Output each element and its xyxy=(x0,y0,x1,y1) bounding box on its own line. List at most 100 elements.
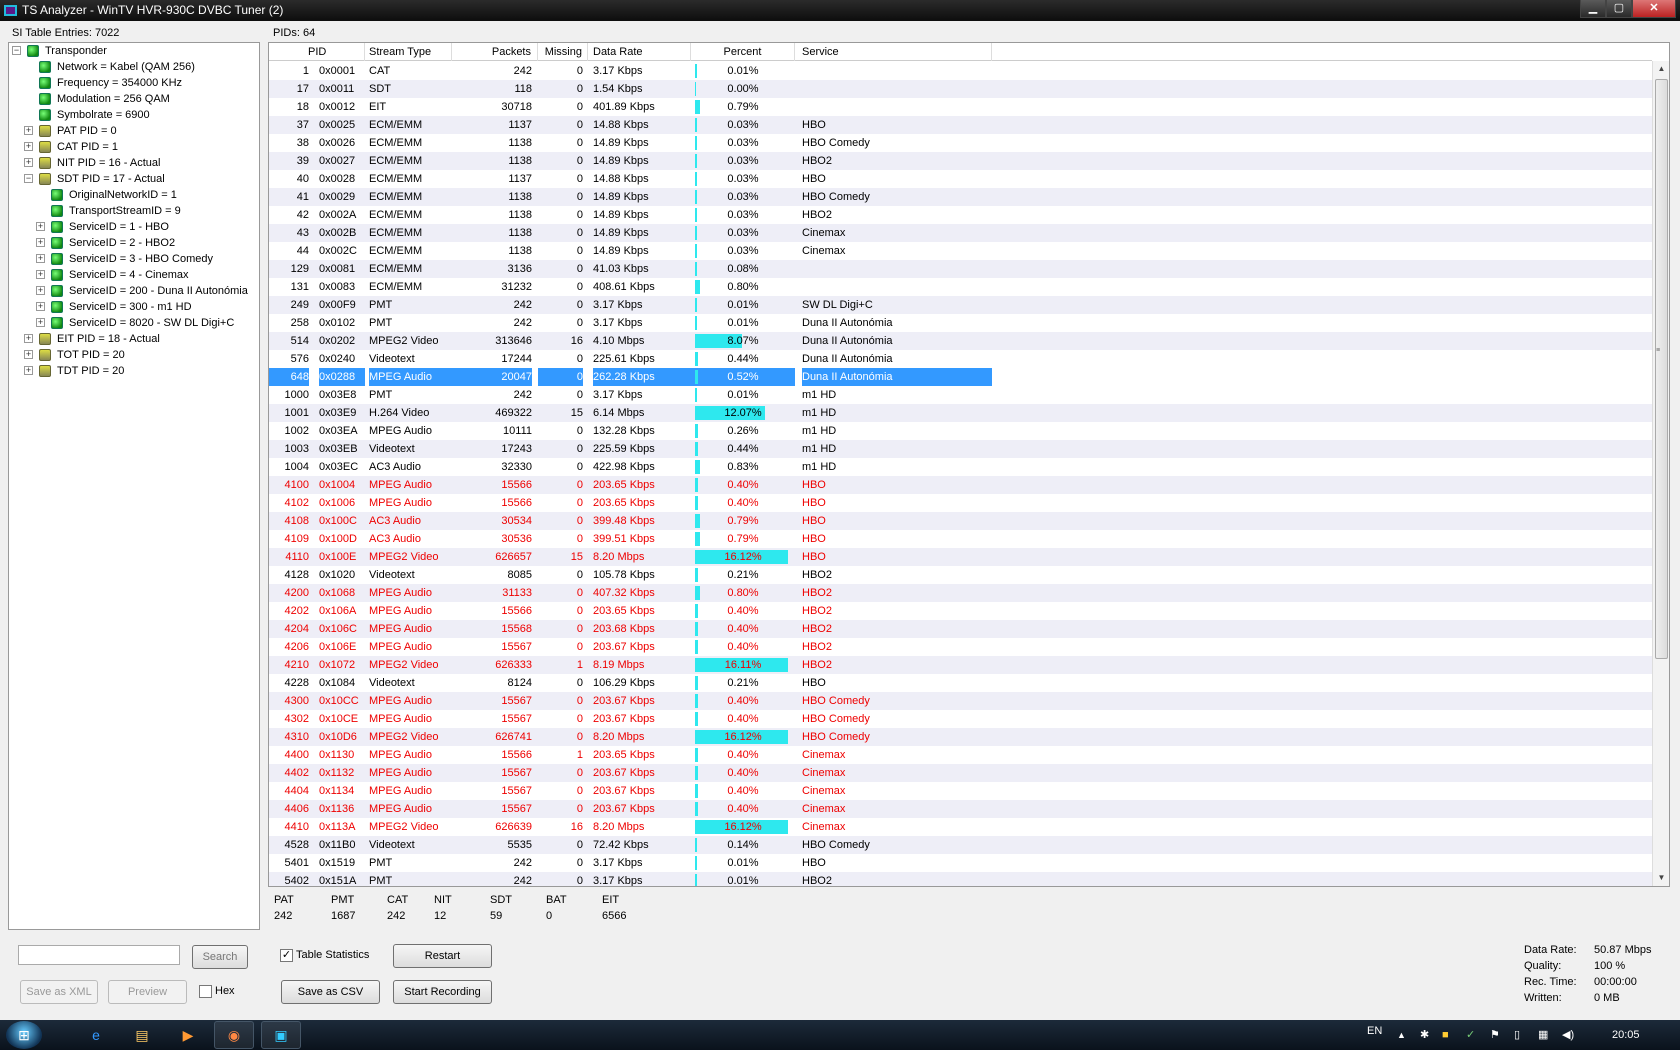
tree-node[interactable]: Frequency = 354000 KHz xyxy=(9,75,259,91)
close-button[interactable]: ✕ xyxy=(1632,0,1676,18)
vertical-scrollbar[interactable]: ▲ ≡ ▼ xyxy=(1652,61,1669,886)
tray-app-icon[interactable]: ■ xyxy=(1442,1028,1449,1042)
expand-icon[interactable]: + xyxy=(36,302,45,311)
tree-node[interactable]: − Transponder xyxy=(9,43,259,59)
tree-node[interactable]: + ServiceID = 300 - m1 HD xyxy=(9,299,259,315)
expand-icon[interactable]: + xyxy=(24,334,33,343)
table-row[interactable]: 249 0x00F9 PMT 242 0 3.17 Kbps SW DL Digi+C 0.0… xyxy=(269,296,1652,314)
tree-node[interactable]: + ServiceID = 3 - HBO Comedy xyxy=(9,251,259,267)
column-header-percent[interactable]: Percent xyxy=(691,43,795,61)
column-header-data-rate[interactable]: Data Rate xyxy=(588,43,691,61)
table-row[interactable]: 4102 0x1006 MPEG Audio 15566 0 203.65 Kbps HBO… xyxy=(269,494,1652,512)
column-header-service[interactable]: Service xyxy=(795,43,992,61)
table-row[interactable]: 1001 0x03E9 H.264 Video 469322 15 6.14 Mbps m1… xyxy=(269,404,1652,422)
table-row[interactable]: 4110 0x100E MPEG2 Video 626657 15 8.20 Mbps HB… xyxy=(269,548,1652,566)
table-row[interactable]: 4210 0x1072 MPEG2 Video 626333 1 8.19 Mbps HBO… xyxy=(269,656,1652,674)
tree-node[interactable]: + TOT PID = 20 xyxy=(9,347,259,363)
table-row[interactable]: 4204 0x106C MPEG Audio 15568 0 203.68 Kbps HBO… xyxy=(269,620,1652,638)
tree-node[interactable]: + CAT PID = 1 xyxy=(9,139,259,155)
table-statistics-checkbox[interactable]: ✓ xyxy=(280,949,293,962)
table-row[interactable]: 4128 0x1020 Videotext 8085 0 105.78 Kbps HBO2 0… xyxy=(269,566,1652,584)
tray-check-icon[interactable]: ✓ xyxy=(1466,1028,1475,1042)
tree-node[interactable]: TransportStreamID = 9 xyxy=(9,203,259,219)
tree-node[interactable]: Network = Kabel (QAM 256) xyxy=(9,59,259,75)
tree-node[interactable]: − SDT PID = 17 - Actual xyxy=(9,171,259,187)
tree-node[interactable]: + ServiceID = 8020 - SW DL Digi+C xyxy=(9,315,259,331)
tree-node[interactable]: + NIT PID = 16 - Actual xyxy=(9,155,259,171)
table-row[interactable]: 42 0x002A ECM/EMM 1138 0 14.89 Kbps HBO2 0.03% xyxy=(269,206,1652,224)
expand-icon[interactable]: + xyxy=(24,126,33,135)
table-row[interactable]: 4402 0x1132 MPEG Audio 15567 0 203.67 Kbps Cin… xyxy=(269,764,1652,782)
language-indicator[interactable]: EN xyxy=(1367,1024,1382,1038)
collapse-icon[interactable]: − xyxy=(24,174,33,183)
table-row[interactable]: 4202 0x106A MPEG Audio 15566 0 203.65 Kbps HBO… xyxy=(269,602,1652,620)
table-row[interactable]: 44 0x002C ECM/EMM 1138 0 14.89 Kbps Cinemax 0.0… xyxy=(269,242,1652,260)
hex-checkbox[interactable] xyxy=(199,985,212,998)
table-row[interactable]: 1003 0x03EB Videotext 17243 0 225.59 Kbps m1 H… xyxy=(269,440,1652,458)
start-button[interactable]: ⊞ xyxy=(6,1021,42,1049)
expand-icon[interactable]: + xyxy=(36,318,45,327)
table-row[interactable]: 1004 0x03EC AC3 Audio 32330 0 422.98 Kbps m1 H… xyxy=(269,458,1652,476)
table-row[interactable]: 4310 0x10D6 MPEG2 Video 626741 0 8.20 Mbps HBO… xyxy=(269,728,1652,746)
tray-expand-icon[interactable]: ▲ xyxy=(1397,1028,1406,1042)
table-row[interactable]: 514 0x0202 MPEG2 Video 313646 16 4.10 Mbps Dun… xyxy=(269,332,1652,350)
save-as-xml-button[interactable]: Save as XML xyxy=(20,980,98,1004)
scroll-up-icon[interactable]: ▲ xyxy=(1653,61,1669,77)
table-row[interactable]: 17 0x0011 SDT 118 0 1.54 Kbps 0.00% xyxy=(269,80,1652,98)
tree-node[interactable]: + ServiceID = 4 - Cinemax xyxy=(9,267,259,283)
ts-analyzer-icon[interactable]: ▣ xyxy=(269,1023,293,1047)
expand-icon[interactable]: + xyxy=(36,254,45,263)
maximize-button[interactable]: ▢ xyxy=(1606,0,1632,18)
column-header-missing[interactable]: Missing xyxy=(538,43,588,61)
clock[interactable]: 20:05 xyxy=(1612,1028,1640,1042)
table-row[interactable]: 40 0x0028 ECM/EMM 1137 0 14.88 Kbps HBO 0.03% xyxy=(269,170,1652,188)
table-row[interactable]: 1002 0x03EA MPEG Audio 10111 0 132.28 Kbps m1 … xyxy=(269,422,1652,440)
table-row[interactable]: 4200 0x1068 MPEG Audio 31133 0 407.32 Kbps HBO… xyxy=(269,584,1652,602)
table-row[interactable]: 4406 0x1136 MPEG Audio 15567 0 203.67 Kbps Cin… xyxy=(269,800,1652,818)
save-as-csv-button[interactable]: Save as CSV xyxy=(281,980,380,1004)
expand-icon[interactable]: + xyxy=(36,286,45,295)
table-row[interactable]: 4228 0x1084 Videotext 8124 0 106.29 Kbps HBO 0.… xyxy=(269,674,1652,692)
table-row[interactable]: 4206 0x106E MPEG Audio 15567 0 203.67 Kbps HBO… xyxy=(269,638,1652,656)
table-row[interactable]: 37 0x0025 ECM/EMM 1137 0 14.88 Kbps HBO 0.03% xyxy=(269,116,1652,134)
tree-node[interactable]: OriginalNetworkID = 1 xyxy=(9,187,259,203)
table-row[interactable]: 43 0x002B ECM/EMM 1138 0 14.89 Kbps Cinemax 0.0… xyxy=(269,224,1652,242)
table-row[interactable]: 129 0x0081 ECM/EMM 3136 0 41.03 Kbps 0.08% xyxy=(269,260,1652,278)
search-input[interactable] xyxy=(18,945,180,965)
media-player-icon[interactable]: ▶ xyxy=(176,1023,200,1047)
collapse-icon[interactable]: − xyxy=(12,46,21,55)
network-icon[interactable]: ▦ xyxy=(1538,1028,1548,1042)
bluetooth-icon[interactable]: ✱ xyxy=(1420,1028,1429,1042)
table-row[interactable]: 4528 0x11B0 Videotext 5535 0 72.42 Kbps HBO Co… xyxy=(269,836,1652,854)
explorer-icon[interactable]: ▤ xyxy=(130,1023,154,1047)
pid-table[interactable]: PID Stream Type Packets Missing Data Rat… xyxy=(268,42,1670,887)
table-row[interactable]: 1000 0x03E8 PMT 242 0 3.17 Kbps m1 HD 0.01% xyxy=(269,386,1652,404)
table-row[interactable]: 4100 0x1004 MPEG Audio 15566 0 203.65 Kbps HBO… xyxy=(269,476,1652,494)
search-button[interactable]: Search xyxy=(192,945,248,969)
table-row[interactable]: 131 0x0083 ECM/EMM 31232 0 408.61 Kbps 0.80% xyxy=(269,278,1652,296)
table-row[interactable]: 4109 0x100D AC3 Audio 30536 0 399.51 Kbps HBO 0… xyxy=(269,530,1652,548)
table-row[interactable]: 648 0x0288 MPEG Audio 20047 0 262.28 Kbps Duna… xyxy=(269,368,1652,386)
si-tree[interactable]: − Transponder Network = Kabel (QAM 256) Fre… xyxy=(8,42,260,930)
table-row[interactable]: 4108 0x100C AC3 Audio 30534 0 399.48 Kbps HBO 0… xyxy=(269,512,1652,530)
tree-node[interactable]: + ServiceID = 2 - HBO2 xyxy=(9,235,259,251)
preview-button[interactable]: Preview xyxy=(108,980,187,1004)
tree-node[interactable]: Modulation = 256 QAM xyxy=(9,91,259,107)
tree-node[interactable]: + ServiceID = 200 - Duna II Autonómia xyxy=(9,283,259,299)
tree-node[interactable]: + TDT PID = 20 xyxy=(9,363,259,379)
safely-remove-icon[interactable]: ▯ xyxy=(1514,1028,1520,1042)
ie-icon[interactable]: e xyxy=(84,1023,108,1047)
table-row[interactable]: 18 0x0012 EIT 30718 0 401.89 Kbps 0.79% xyxy=(269,98,1652,116)
tree-node[interactable]: + EIT PID = 18 - Actual xyxy=(9,331,259,347)
flag-icon[interactable]: ⚑ xyxy=(1490,1028,1500,1042)
tree-node[interactable]: + ServiceID = 1 - HBO xyxy=(9,219,259,235)
tree-node[interactable]: Symbolrate = 6900 xyxy=(9,107,259,123)
table-row[interactable]: 4302 0x10CE MPEG Audio 15567 0 203.67 Kbps HBO… xyxy=(269,710,1652,728)
table-row[interactable]: 4300 0x10CC MPEG Audio 15567 0 203.67 Kbps HBO… xyxy=(269,692,1652,710)
column-header-pid[interactable]: PID xyxy=(269,43,365,61)
table-row[interactable]: 5402 0x151A PMT 242 0 3.17 Kbps HBO2 0.01% xyxy=(269,872,1652,886)
table-row[interactable]: 1 0x0001 CAT 242 0 3.17 Kbps 0.01% xyxy=(269,62,1652,80)
expand-icon[interactable]: + xyxy=(24,158,33,167)
start-recording-button[interactable]: Start Recording xyxy=(393,980,492,1004)
expand-icon[interactable]: + xyxy=(24,350,33,359)
